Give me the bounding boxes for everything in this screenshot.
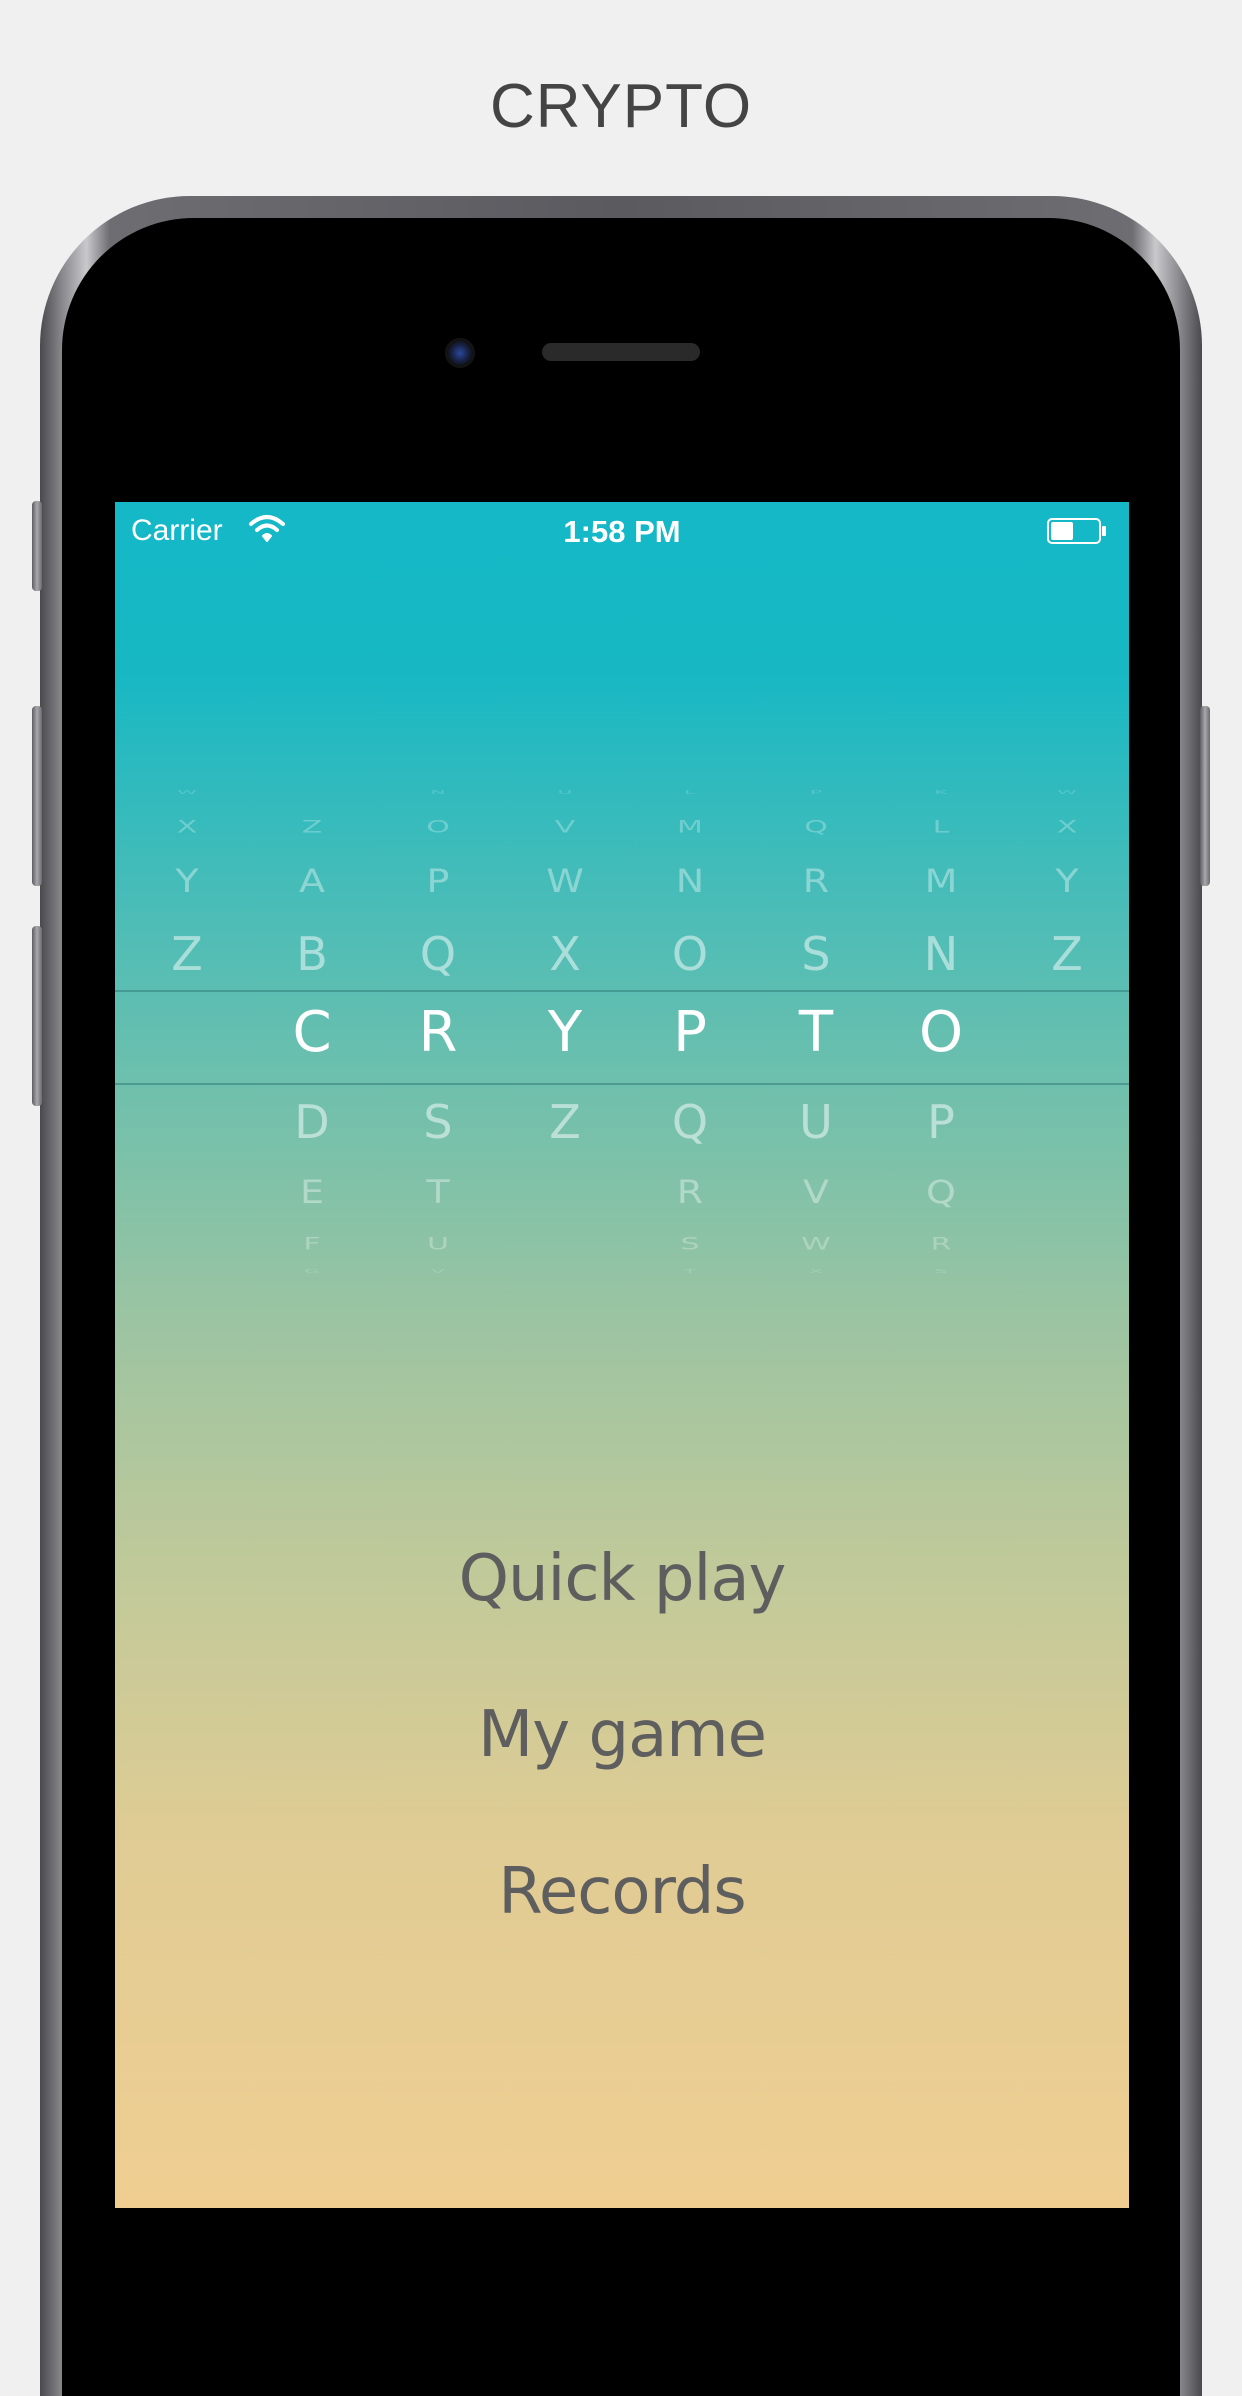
wheel-letter: U <box>427 1234 449 1255</box>
wheel-letter: N <box>675 862 705 900</box>
wheel-letter: N <box>923 927 959 981</box>
wheel-letter: Z <box>301 817 323 838</box>
wheel-letter: W <box>801 1234 831 1255</box>
wheel-letter: O <box>671 927 709 981</box>
wheel-column-5[interactable]: L M NOPQR S T <box>640 502 740 1302</box>
wheel-letter: V <box>554 817 576 838</box>
wheel-letter: Q <box>671 1095 709 1149</box>
wheel-letter: S <box>801 927 831 981</box>
wheel-letter: N <box>430 789 446 795</box>
wheel-letter: S <box>423 1095 453 1149</box>
wheel-letter: Z <box>1051 927 1083 981</box>
wheel-letter: R <box>676 1173 704 1211</box>
wheel-letter: W <box>1057 789 1077 795</box>
records-button[interactable]: Records <box>115 1855 1129 1929</box>
wheel-letter: B <box>296 927 328 981</box>
wheel-letter: U <box>799 1095 833 1149</box>
power-button <box>1200 706 1210 886</box>
mute-switch <box>32 501 42 591</box>
wheel-letter: Z <box>171 927 203 981</box>
wheel-letter: X <box>549 927 581 981</box>
selected-letter: C <box>292 1000 332 1065</box>
wheel-letter: Y <box>175 862 199 900</box>
wheel-letter: P <box>426 862 450 900</box>
wheel-letter: P <box>927 1095 955 1149</box>
wheel-letter: M <box>677 817 703 838</box>
wheel-letter: P <box>809 789 823 795</box>
wheel-letter: V <box>431 1268 445 1274</box>
wheel-column-1[interactable]: W X YZ <box>137 502 237 1302</box>
wheel-letter: Q <box>419 927 457 981</box>
earpiece-speaker <box>542 343 700 361</box>
wheel-letter: E <box>299 1173 324 1211</box>
wheel-letter: R <box>930 1234 952 1255</box>
wheel-letter: L <box>684 789 696 795</box>
letter-wheel[interactable]: WXYZZABCDEFGNOPQRSTUVUVWXYZLMNOPQRSTPQRS… <box>115 502 1129 1302</box>
wheel-letter: Q <box>926 1173 956 1211</box>
wheel-letter: X <box>176 817 198 838</box>
wheel-letter: F <box>303 1234 321 1255</box>
wheel-column-8[interactable]: W X YZ <box>1017 502 1117 1302</box>
wheel-letter: L <box>932 817 950 838</box>
wheel-letter: W <box>546 862 584 900</box>
selected-letter: P <box>673 1000 707 1065</box>
selected-letter: R <box>418 1000 458 1065</box>
volume-down-button <box>32 926 42 1106</box>
wheel-letter: X <box>809 1268 823 1274</box>
wheel-letter: Q <box>804 817 828 838</box>
volume-up-button <box>32 706 42 886</box>
wheel-letter: W <box>177 789 197 795</box>
quick-play-button[interactable]: Quick play <box>115 1542 1129 1616</box>
wheel-column-6[interactable]: P Q RSTUV W X <box>766 502 866 1302</box>
front-camera-icon <box>445 338 475 368</box>
wheel-letter: A <box>299 862 325 900</box>
wheel-letter: Z <box>549 1095 581 1149</box>
app-screen: Carrier 1:58 PM WXYZZABCDEFGNOPQRSTUVUVW… <box>115 502 1129 2208</box>
wheel-letter: V <box>803 1173 829 1211</box>
wheel-letter: T <box>426 1173 450 1211</box>
wheel-letter: S <box>934 1268 948 1274</box>
wheel-letter: D <box>294 1095 330 1149</box>
wheel-column-7[interactable]: K L MNOPQ R S <box>891 502 991 1302</box>
selected-letter: Y <box>547 1000 583 1065</box>
wheel-letter: G <box>304 1268 320 1274</box>
wheel-column-2[interactable]: Z ABCDE F G <box>262 502 362 1302</box>
wheel-letter: O <box>426 817 450 838</box>
selected-letter: T <box>798 1000 834 1065</box>
wheel-column-3[interactable]: N O PQRST U V <box>388 502 488 1302</box>
wheel-letter: U <box>557 789 573 795</box>
wheel-letter: X <box>1056 817 1078 838</box>
my-game-button[interactable]: My game <box>115 1698 1129 1772</box>
wheel-letter: Y <box>1055 862 1079 900</box>
wheel-column-4[interactable]: U V WXYZ <box>515 502 615 1302</box>
wheel-letter: R <box>802 862 830 900</box>
page-title: CRYPTO <box>489 72 753 141</box>
wheel-letter: K <box>934 789 948 795</box>
wheel-letter: T <box>683 1268 697 1274</box>
wheel-letter: S <box>680 1234 700 1255</box>
wheel-letter: M <box>924 862 958 900</box>
selected-letter: O <box>918 1000 964 1065</box>
